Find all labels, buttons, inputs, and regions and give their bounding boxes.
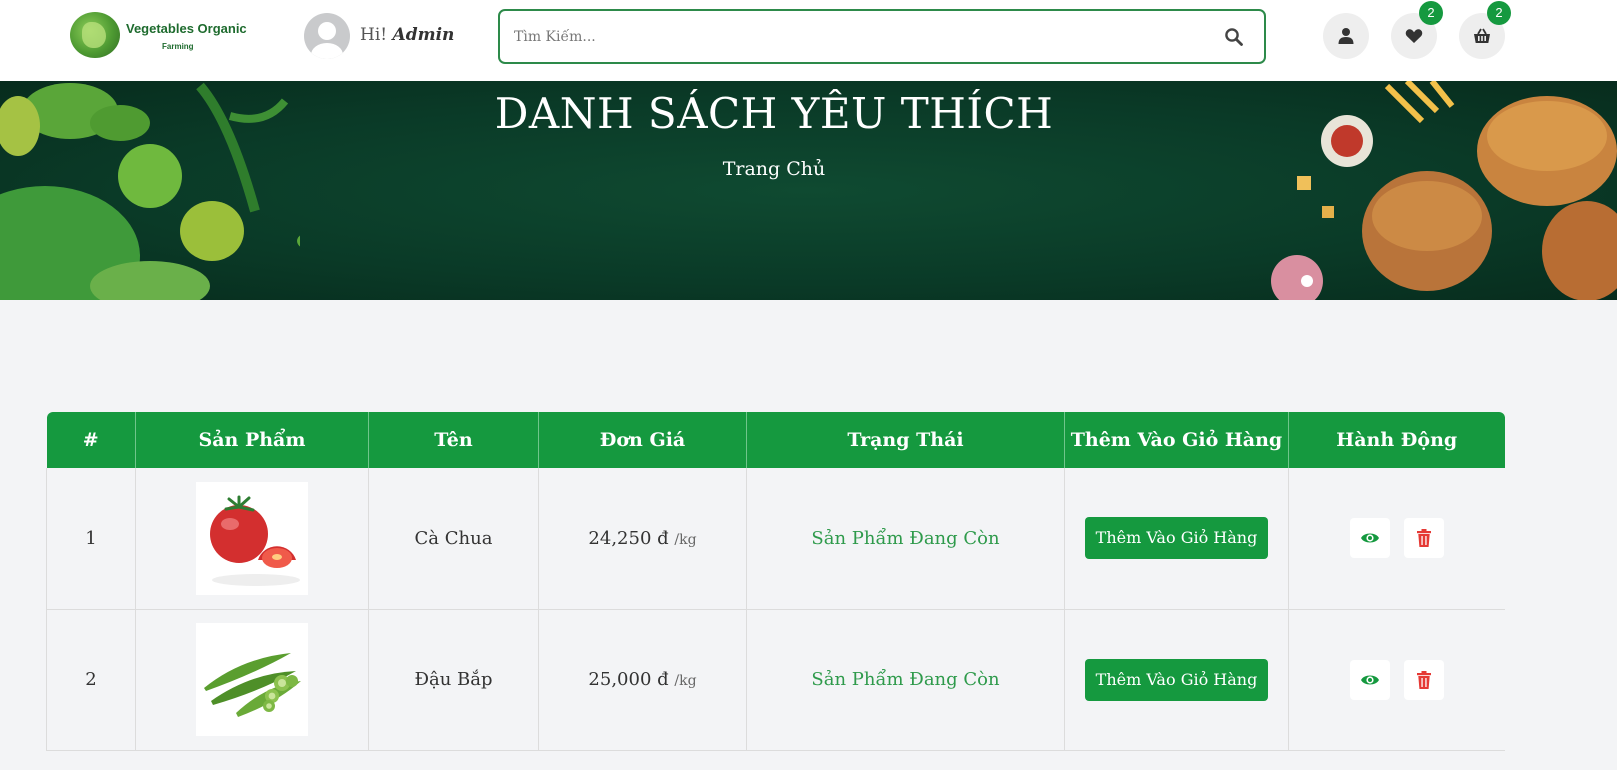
price-unit: /kg [674, 531, 697, 548]
search-bar [498, 9, 1266, 64]
wishlist-button[interactable]: 2 [1391, 1, 1443, 59]
stock-status: Sản Phẩm Đang Còn [746, 609, 1065, 751]
column-header-status: Trạng Thái [746, 412, 1065, 468]
breadcrumb-home[interactable]: Trang Chủ [0, 158, 1548, 180]
column-header-name: Tên [368, 412, 539, 468]
brand-tagline: Farming [162, 42, 194, 51]
brand-name: Vegetables Organic [126, 21, 247, 36]
view-button[interactable] [1349, 518, 1390, 559]
eye-icon [1360, 533, 1379, 543]
wishlist-count-badge: 2 [1419, 1, 1443, 25]
cart-count-badge: 2 [1487, 1, 1511, 25]
eye-icon [1360, 675, 1379, 684]
product-name: Cà Chua [368, 468, 539, 610]
page-title: DANH SÁCH YÊU THÍCH [494, 89, 1054, 138]
price-unit: /kg [674, 673, 697, 689]
user-greeting: Hi! Admin [360, 25, 454, 45]
brand-logo[interactable]: Vegetables Organic Farming [70, 12, 255, 58]
account-button[interactable] [1323, 13, 1369, 59]
trash-icon [1416, 529, 1431, 548]
row-index: 1 [46, 468, 136, 610]
column-header-add-to-cart: Thêm Vào Giỏ Hàng [1064, 412, 1289, 468]
price-value: 24,250 đ [588, 527, 669, 549]
product-image-cell [135, 609, 369, 751]
column-header-index: # [46, 412, 136, 468]
add-to-cart-button[interactable]: Thêm Vào Giỏ Hàng [1084, 517, 1269, 560]
product-price: 25,000 đ /kg [538, 609, 747, 751]
product-name: Đậu Bắp [368, 609, 539, 751]
delete-button[interactable] [1403, 659, 1444, 700]
add-to-cart-cell: Thêm Vào Giỏ Hàng [1064, 609, 1289, 751]
product-price: 24,250 đ /kg [538, 468, 747, 610]
basket-icon [1474, 28, 1490, 43]
search-icon[interactable] [1224, 27, 1246, 49]
actions-cell [1288, 468, 1505, 610]
row-index: 2 [46, 609, 136, 751]
table-header-row: # Sản Phẩm Tên Đơn Giá Trạng Thái Thêm V… [46, 412, 1505, 468]
avatar[interactable] [304, 13, 350, 59]
view-button[interactable] [1349, 659, 1390, 700]
user-icon [1338, 28, 1354, 44]
trash-icon [1416, 670, 1431, 689]
greeting-prefix: Hi! [360, 25, 388, 45]
product-image-okra[interactable] [196, 623, 308, 736]
actions-cell [1288, 609, 1505, 751]
wishlist-table: # Sản Phẩm Tên Đơn Giá Trạng Thái Thêm V… [46, 412, 1505, 751]
column-header-product: Sản Phẩm [135, 412, 369, 468]
delete-button[interactable] [1403, 518, 1444, 559]
page-banner: DANH SÁCH YÊU THÍCH Trang Chủ [0, 81, 1617, 300]
table-row: 1 Cà Chua 24,250 đ /kg Sản Phẩm Đang Còn… [46, 468, 1505, 610]
leaf-logo-icon [70, 12, 120, 58]
column-header-actions: Hành Động [1288, 412, 1505, 468]
search-input[interactable] [514, 25, 1194, 49]
add-to-cart-button[interactable]: Thêm Vào Giỏ Hàng [1084, 658, 1269, 701]
product-image-tomato[interactable] [196, 481, 308, 595]
product-image-cell [135, 468, 369, 610]
stock-status: Sản Phẩm Đang Còn [746, 468, 1065, 610]
heart-icon [1405, 29, 1423, 43]
column-header-price: Đơn Giá [538, 412, 747, 468]
cart-button[interactable]: 2 [1459, 1, 1511, 59]
table-row: 2 Đậu Bắp 25,000 đ /kg Sản Phẩm Đang Còn… [46, 609, 1505, 751]
price-value: 25,000 đ [588, 669, 669, 690]
username: Admin [392, 25, 455, 45]
add-to-cart-cell: Thêm Vào Giỏ Hàng [1064, 468, 1289, 610]
site-header: Vegetables Organic Farming Hi! Admin 2 2 [0, 0, 1617, 81]
